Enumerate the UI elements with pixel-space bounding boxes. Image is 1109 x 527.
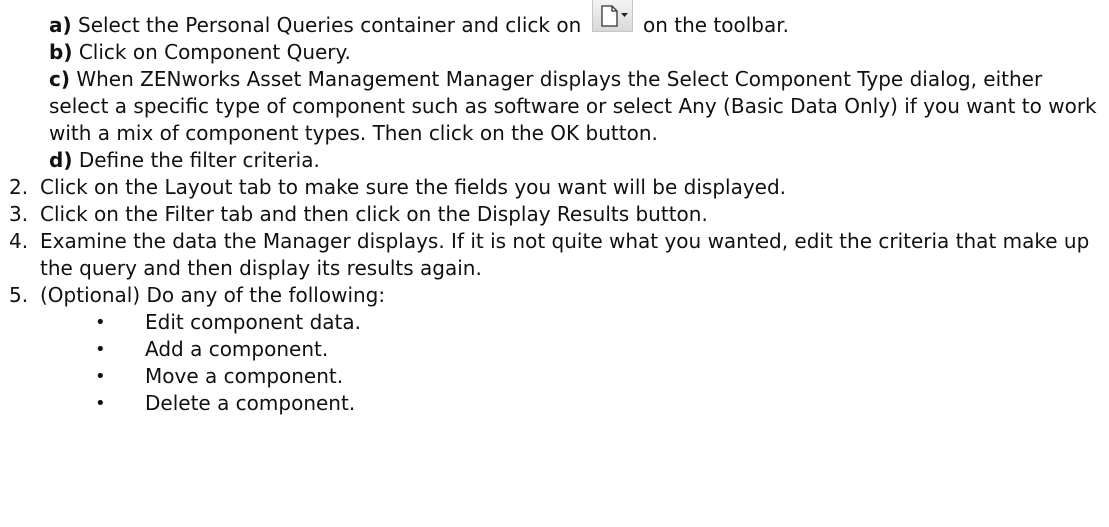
list-item: • Edit component data. [0,309,1109,336]
optional-actions-list: • Edit component data. • Add a component… [0,309,1109,417]
step-number: 3. [9,202,29,226]
list-item-text: Edit component data. [145,310,361,334]
substep-a: a) Select the Personal Queries container… [0,0,1109,39]
substep-d: d) Define the filter criteria. [0,147,1109,174]
substep-marker: b) [49,40,73,64]
substep-text: Select the Personal Queries container an… [71,13,588,37]
substep-text: Click on Component Query. [72,40,351,64]
bullet-icon: • [95,366,106,387]
substep-marker: c) [49,67,70,91]
step-text: Click on the Filter tab and then click o… [40,202,708,226]
list-item: • Add a component. [0,336,1109,363]
substep-text-after: on the toolbar. [636,13,789,37]
instructions-document: a) Select the Personal Queries container… [0,0,1109,417]
substep-b: b) Click on Component Query. [0,39,1109,66]
substep-c: c) When ZENworks Asset Management Manage… [0,66,1109,147]
bullet-icon: • [95,339,106,360]
bullet-icon: • [95,312,106,333]
step-3: 3. Click on the Filter tab and then clic… [0,201,1109,228]
step-text: Examine the data the Manager displays. I… [40,229,1090,280]
step-text: Click on the Layout tab to make sure the… [40,175,787,199]
new-document-dropdown-icon[interactable] [591,0,633,32]
step-4: 4. Examine the data the Manager displays… [0,228,1109,282]
list-item-text: Move a component. [145,364,344,388]
list-item-text: Add a component. [145,337,329,361]
step-number: 5. [9,283,29,307]
list-item: • Move a component. [0,363,1109,390]
list-item-text: Delete a component. [145,391,356,415]
step-2: 2. Click on the Layout tab to make sure … [0,174,1109,201]
step-5: 5. (Optional) Do any of the following: [0,282,1109,309]
substep-marker: d) [49,148,73,172]
step-number: 4. [9,229,29,253]
bullet-icon: • [95,393,106,414]
step-number: 2. [9,175,29,199]
substep-text: Define the filter criteria. [72,148,320,172]
substep-text: When ZENworks Asset Management Manager d… [49,67,1097,145]
substep-marker: a) [49,13,72,37]
list-item: • Delete a component. [0,390,1109,417]
step-text: (Optional) Do any of the following: [40,283,386,307]
